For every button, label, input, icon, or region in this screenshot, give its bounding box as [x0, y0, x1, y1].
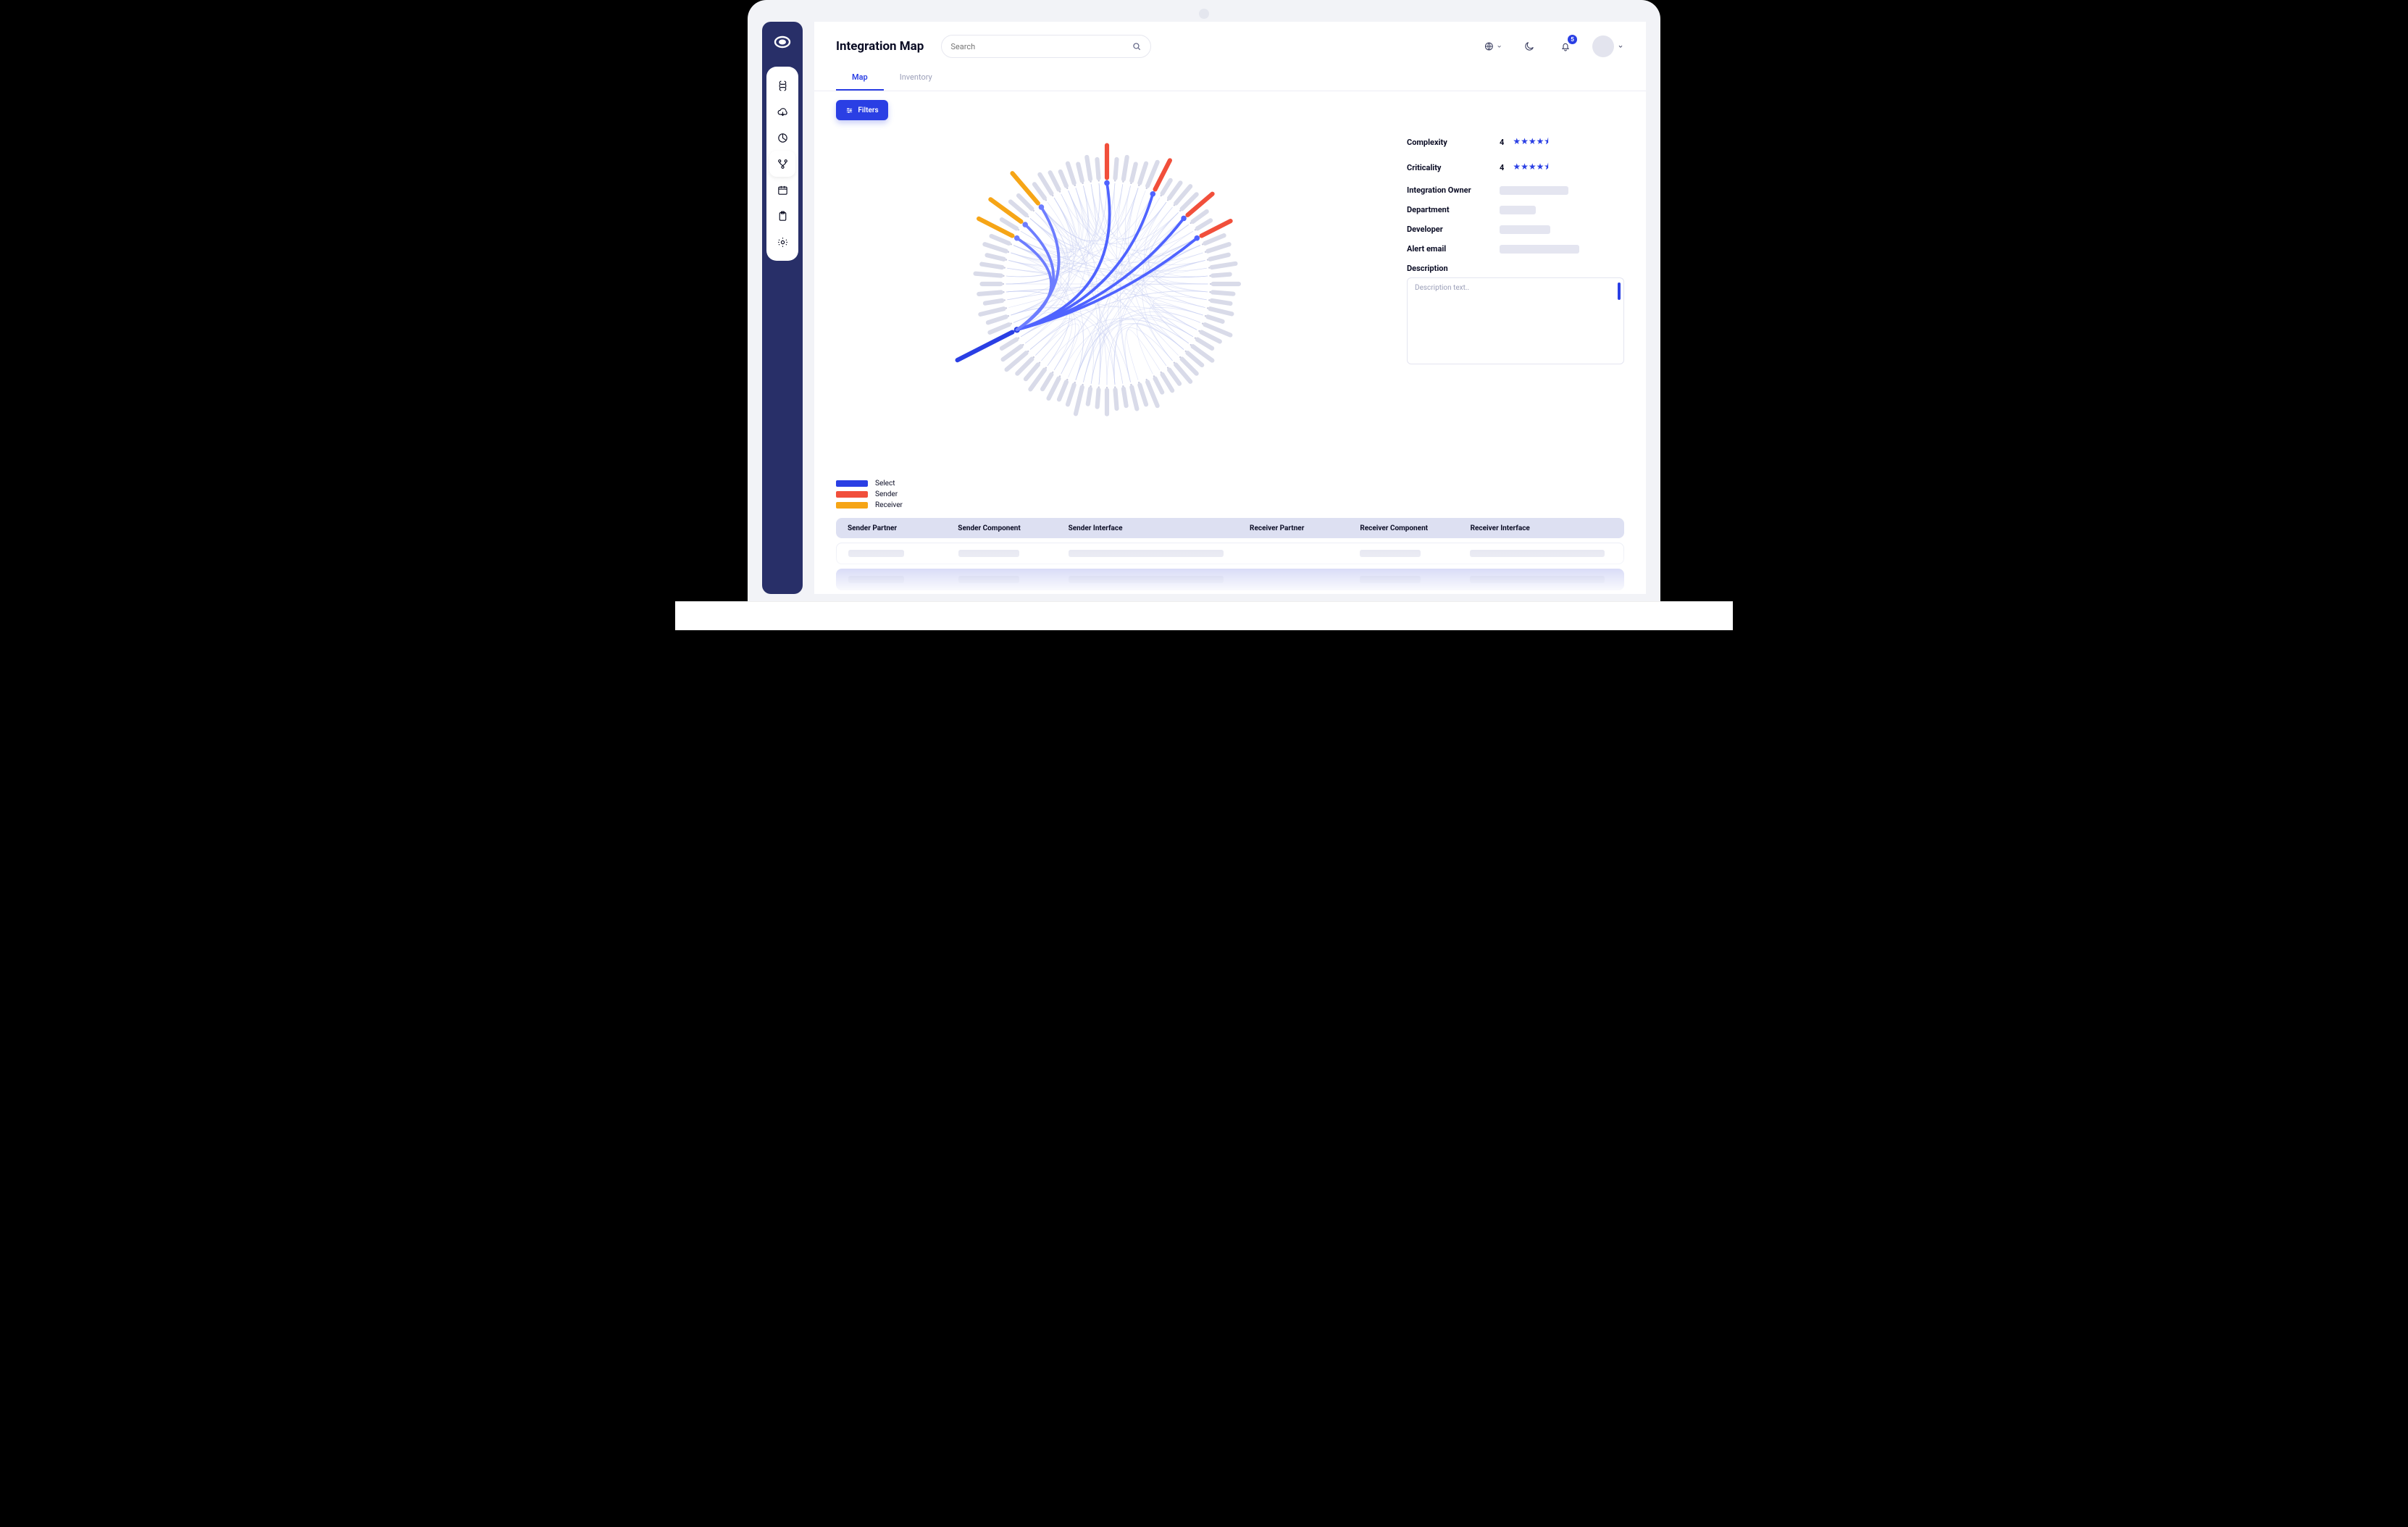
- table-cell: [1064, 576, 1245, 583]
- app-shell: Integration Map 5: [762, 22, 1646, 594]
- legend-label-sender: Sender: [875, 490, 898, 498]
- moon-icon: [1523, 41, 1535, 52]
- nav-clipboard-icon[interactable]: [769, 203, 795, 229]
- detail-value-complexity: 4: [1500, 138, 1504, 147]
- chord-chart[interactable]: [919, 96, 1295, 475]
- chart-legend: Select Sender Receiver: [836, 480, 1378, 509]
- sidebar-nav: [762, 22, 803, 594]
- table-cell: [1466, 576, 1616, 583]
- search-box[interactable]: [941, 35, 1151, 58]
- table-cell: [1355, 576, 1466, 583]
- detail-label-owner: Integration Owner: [1407, 185, 1495, 195]
- description-textarea[interactable]: Description text..: [1407, 277, 1624, 364]
- skeleton: [1500, 245, 1579, 254]
- legend-label-receiver: Receiver: [875, 501, 903, 509]
- main-content: Integration Map 5: [814, 22, 1646, 594]
- detail-label-criticality: Criticality: [1407, 163, 1495, 172]
- nav-command-icon[interactable]: [769, 72, 795, 99]
- legend-chip-select: [836, 480, 868, 487]
- description-placeholder: Description text..: [1415, 284, 1469, 292]
- nav-group: [766, 67, 798, 261]
- page-title: Integration Map: [836, 39, 924, 54]
- nav-settings-icon[interactable]: [769, 229, 795, 255]
- notifications-button[interactable]: 5: [1556, 37, 1575, 56]
- table-row[interactable]: [836, 543, 1624, 564]
- app-logo-icon: [772, 32, 793, 52]
- table-cell: [954, 576, 1064, 583]
- legend-receiver: Receiver: [836, 501, 1378, 509]
- th-receiver-interface[interactable]: Receiver Interface: [1466, 524, 1617, 532]
- nav-branch-icon[interactable]: [769, 151, 795, 177]
- chevron-down-icon: [1617, 43, 1624, 50]
- notifications-badge: 5: [1568, 35, 1577, 44]
- th-receiver-partner[interactable]: Receiver Partner: [1245, 524, 1355, 532]
- chevron-down-icon: [1496, 43, 1502, 50]
- table-row[interactable]: [836, 569, 1624, 590]
- avatar: [1592, 35, 1614, 57]
- globe-icon: [1484, 41, 1494, 52]
- filters-button[interactable]: Filters: [836, 100, 888, 120]
- table-cell: [954, 550, 1064, 557]
- tab-map[interactable]: Map: [836, 67, 884, 91]
- table-cell: [1466, 550, 1616, 557]
- table-cell: [1064, 550, 1245, 557]
- table-header: Sender Partner Sender Component Sender I…: [836, 518, 1624, 538]
- chord-chart-pane: Select Sender Receiver: [836, 123, 1378, 509]
- scrollbar-thumb[interactable]: [1618, 283, 1621, 300]
- account-menu[interactable]: [1592, 35, 1624, 57]
- th-sender-component[interactable]: Sender Component: [953, 524, 1063, 532]
- skeleton: [1500, 186, 1568, 195]
- integrations-table: Sender Partner Sender Component Sender I…: [836, 518, 1624, 594]
- criticality-stars: ★★★★⯨: [1513, 160, 1548, 175]
- table-cell: [1355, 550, 1466, 557]
- skeleton: [1500, 206, 1536, 214]
- search-input[interactable]: [950, 42, 1126, 51]
- legend-sender: Sender: [836, 490, 1378, 498]
- th-sender-partner[interactable]: Sender Partner: [843, 524, 953, 532]
- skeleton: [1500, 225, 1550, 234]
- detail-label-developer: Developer: [1407, 225, 1495, 234]
- legend-select: Select: [836, 480, 1378, 488]
- language-menu[interactable]: [1484, 37, 1502, 56]
- nav-pie-icon[interactable]: [769, 125, 795, 151]
- detail-value-criticality: 4: [1500, 163, 1504, 172]
- legend-chip-sender: [836, 491, 868, 498]
- tabs: Map Inventory: [814, 62, 1646, 91]
- laptop-frame: Integration Map 5: [748, 0, 1660, 630]
- detail-label-description: Description: [1407, 264, 1495, 273]
- nav-cloud-icon[interactable]: [769, 99, 795, 125]
- filters-button-label: Filters: [858, 106, 878, 114]
- tab-inventory[interactable]: Inventory: [884, 67, 948, 91]
- laptop-base: [675, 601, 1733, 630]
- details-panel: Complexity 4 ★★★★⯨ Criticality 4 ★★★★⯨ I…: [1407, 123, 1624, 509]
- th-sender-interface[interactable]: Sender Interface: [1064, 524, 1245, 532]
- top-bar: Integration Map 5: [814, 22, 1646, 62]
- legend-chip-receiver: [836, 502, 868, 509]
- th-receiver-component[interactable]: Receiver Component: [1355, 524, 1466, 532]
- complexity-stars: ★★★★⯨: [1513, 135, 1548, 150]
- legend-label-select: Select: [875, 480, 895, 488]
- theme-toggle[interactable]: [1520, 37, 1539, 56]
- laptop-camera-icon: [1199, 9, 1209, 19]
- nav-calendar-icon[interactable]: [769, 177, 795, 203]
- search-icon: [1132, 41, 1142, 51]
- table-cell: [844, 576, 954, 583]
- detail-label-complexity: Complexity: [1407, 138, 1495, 147]
- detail-label-alert-email: Alert email: [1407, 244, 1495, 254]
- sliders-icon: [845, 106, 853, 114]
- detail-label-department: Department: [1407, 205, 1495, 214]
- table-cell: [844, 550, 954, 557]
